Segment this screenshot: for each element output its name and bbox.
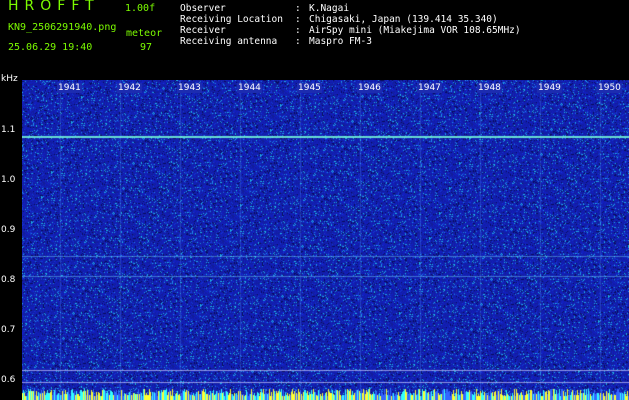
x-tick-label: 1950 [597, 83, 622, 93]
info-value: Maspro FM-3 [309, 36, 372, 47]
info-value: AirSpy mini (Miakejima VOR 108.65MHz) [309, 25, 521, 36]
filename-label: KN9_2506291940.png [8, 22, 117, 33]
count-label: 97 [140, 42, 153, 53]
info-separator: : [295, 25, 301, 36]
version-label: 1.00f [125, 3, 156, 14]
info-separator: : [295, 14, 301, 25]
x-tick-label: 1944 [237, 83, 262, 93]
info-row-location: Receiving Location : Chigasaki, Japan (1… [180, 14, 521, 25]
x-tick-label: 1948 [477, 83, 502, 93]
y-axis-unit: kHz [1, 74, 18, 84]
y-tick-label: 0.6 [1, 375, 16, 385]
info-value: K.Nagai [309, 3, 350, 14]
x-tick-label: 1941 [57, 83, 82, 93]
x-tick-label: 1946 [357, 83, 382, 93]
info-label: Receiver [180, 25, 226, 36]
info-label: Receiving Location [180, 14, 283, 25]
header-panel: HROFFT 1.00f KN9_2506291940.png meteor 2… [0, 0, 629, 72]
info-label: Receiving antenna [180, 36, 278, 47]
spectrogram-plot [22, 80, 629, 400]
y-axis: kHz 1.1 1.0 0.9 0.8 0.7 0.6 [0, 72, 22, 400]
info-row-antenna: Receiving antenna : Maspro FM-3 [180, 36, 521, 47]
x-tick-label: 1949 [537, 83, 562, 93]
app-title: HROFFT [8, 0, 100, 14]
mode-label: meteor [126, 28, 163, 39]
x-tick-label: 1943 [177, 83, 202, 93]
y-tick-label: 0.7 [1, 325, 16, 335]
observation-info: Observer : K.Nagai Receiving Location : … [180, 3, 521, 47]
y-tick-label: 1.0 [1, 175, 16, 185]
x-tick-label: 1942 [117, 83, 142, 93]
info-row-observer: Observer : K.Nagai [180, 3, 521, 14]
info-row-receiver: Receiver : AirSpy mini (Miakejima VOR 10… [180, 25, 521, 36]
timestamp-label: 25.06.29 19:40 [8, 42, 93, 53]
info-label: Observer [180, 3, 226, 14]
x-tick-label: 1945 [297, 83, 322, 93]
y-tick-label: 0.8 [1, 275, 16, 285]
info-separator: : [295, 36, 301, 47]
info-value: Chigasaki, Japan (139.414 35.340) [309, 14, 498, 25]
y-tick-label: 0.9 [1, 225, 16, 235]
y-tick-label: 1.1 [1, 125, 16, 135]
x-tick-label: 1947 [417, 83, 442, 93]
info-separator: : [295, 3, 301, 14]
spectrogram-canvas [22, 80, 629, 400]
